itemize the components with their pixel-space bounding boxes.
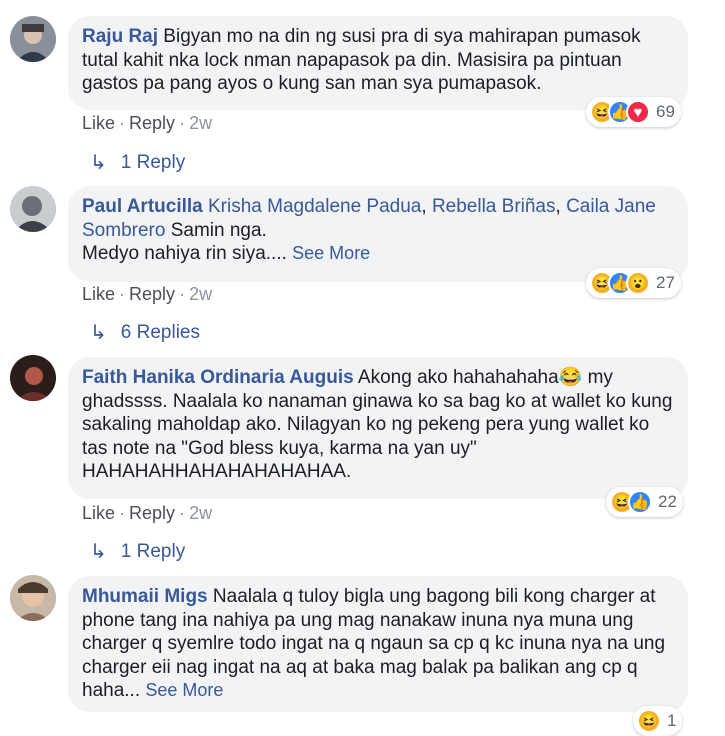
see-more-link[interactable]: See More xyxy=(145,680,223,700)
comment-text: Samin nga. xyxy=(165,219,267,241)
reaction-summary[interactable]: 😆 👍 😮 27 xyxy=(586,268,681,298)
separator-dot: · xyxy=(119,113,126,133)
like-button[interactable]: Like xyxy=(82,113,115,133)
replies-count-label[interactable]: 1 Reply xyxy=(121,541,185,563)
comment-bubble: Faith Hanika Ordinaria Auguis Akong ako … xyxy=(68,357,688,499)
timestamp[interactable]: 2w xyxy=(189,284,212,304)
like-button[interactable]: Like xyxy=(82,284,115,304)
replies-count-label[interactable]: 6 Replies xyxy=(121,322,200,344)
reply-arrow-icon: ↳ xyxy=(90,322,107,344)
view-replies-link[interactable]: ↳ 1 Reply xyxy=(90,539,185,564)
comment-text: Bigyan mo na din ng susi pra di sya mahi… xyxy=(82,26,641,94)
comment-author[interactable]: Raju Raj xyxy=(82,26,158,47)
avatar-raju-raj[interactable] xyxy=(10,16,56,62)
tagged-user[interactable]: Rebella Briñas xyxy=(432,196,556,217)
separator-dot: · xyxy=(179,113,186,133)
comment-actions: Like · Reply · 2w xyxy=(82,113,212,134)
comment-author[interactable]: Faith Hanika Ordinaria Auguis xyxy=(82,367,354,388)
comment-actions: Like · Reply · 2w xyxy=(82,284,212,305)
reaction-summary[interactable]: 😆 👍 ♥ 69 xyxy=(586,97,681,127)
reply-arrow-icon: ↳ xyxy=(90,541,107,563)
see-more-link[interactable]: See More xyxy=(292,243,370,263)
reaction-summary[interactable]: 😆 1 xyxy=(633,706,683,736)
separator-dot: · xyxy=(179,284,186,304)
separator-dot: · xyxy=(179,503,186,523)
avatar-mhumaii-migs[interactable] xyxy=(10,575,56,621)
avatar-faith-hanika[interactable] xyxy=(10,355,56,401)
comment-bubble: Mhumaii Migs Naalala q tuloy bigla ung b… xyxy=(68,576,688,712)
like-button[interactable]: Like xyxy=(82,503,115,523)
reply-button[interactable]: Reply xyxy=(129,503,175,523)
love-reaction-icon: ♥ xyxy=(626,100,650,124)
avatar-paul-artucilla[interactable] xyxy=(10,186,56,232)
timestamp[interactable]: 2w xyxy=(189,113,212,133)
reaction-count: 22 xyxy=(658,492,677,511)
timestamp[interactable]: 2w xyxy=(189,503,212,523)
separator-dot: · xyxy=(119,284,126,304)
wow-reaction-icon: 😮 xyxy=(626,271,650,295)
reaction-summary[interactable]: 😆 👍 22 xyxy=(606,487,683,517)
comment-text-line2: Medyo nahiya rin siya.... xyxy=(82,243,287,264)
like-reaction-icon: 👍 xyxy=(628,490,652,514)
reaction-count: 1 xyxy=(667,711,677,730)
comment-author[interactable]: Paul Artucilla xyxy=(82,196,203,217)
reply-button[interactable]: Reply xyxy=(129,113,175,133)
reply-arrow-icon: ↳ xyxy=(90,152,107,174)
view-replies-link[interactable]: ↳ 1 Reply xyxy=(90,150,185,175)
tagged-user[interactable]: Krisha Magdalene Padua xyxy=(208,196,421,217)
replies-count-label[interactable]: 1 Reply xyxy=(121,152,185,174)
comment-bubble: Raju Raj Bigyan mo na din ng susi pra di… xyxy=(68,16,688,110)
reply-button[interactable]: Reply xyxy=(129,284,175,304)
comment-actions: Like · Reply · 2w xyxy=(82,503,212,524)
comment-author[interactable]: Mhumaii Migs xyxy=(82,586,208,607)
reaction-count: 27 xyxy=(656,273,675,292)
haha-reaction-icon: 😆 xyxy=(637,709,661,733)
separator-dot: · xyxy=(119,503,126,523)
reaction-count: 69 xyxy=(656,102,675,121)
comment-bubble: Paul Artucilla Krisha Magdalene Padua, R… xyxy=(68,186,688,282)
view-replies-link[interactable]: ↳ 6 Replies xyxy=(90,320,200,345)
